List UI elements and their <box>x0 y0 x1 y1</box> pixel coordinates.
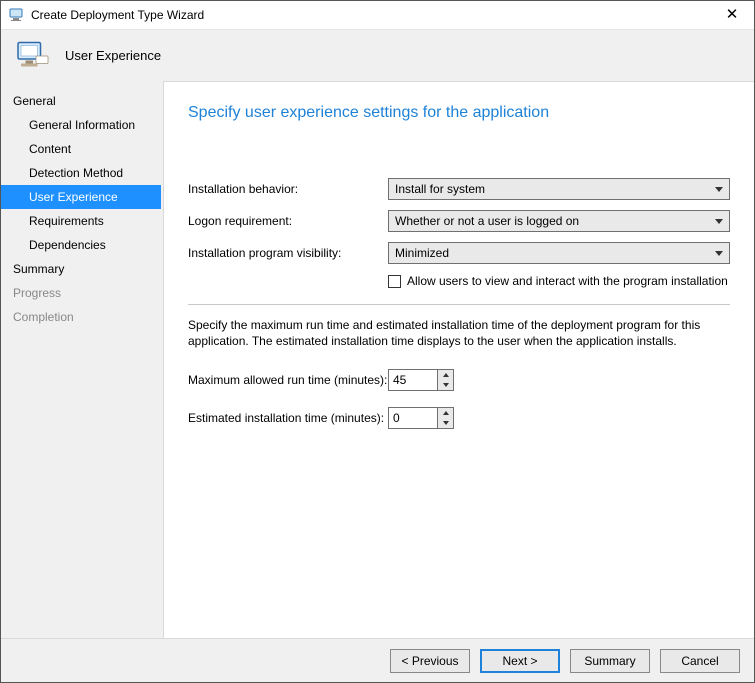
max-runtime-label: Maximum allowed run time (minutes): <box>188 373 388 387</box>
est-time-up[interactable] <box>438 408 453 418</box>
max-runtime-spinner[interactable] <box>388 369 454 391</box>
sidebar-item-progress: Progress <box>1 281 163 305</box>
separator <box>188 304 730 305</box>
sidebar-item-dependencies[interactable]: Dependencies <box>1 233 163 257</box>
banner-title: User Experience <box>65 48 161 63</box>
computer-icon <box>15 38 51 74</box>
sidebar-item-general-information[interactable]: General Information <box>1 113 163 137</box>
close-button[interactable]: ✕ <box>714 5 750 25</box>
wizard-window: Create Deployment Type Wizard ✕ User Exp… <box>0 0 755 683</box>
titlebar: Create Deployment Type Wizard ✕ <box>1 1 754 29</box>
content-panel: Specify user experience settings for the… <box>163 81 754 638</box>
sidebar-item-user-experience[interactable]: User Experience <box>1 185 161 209</box>
cancel-button[interactable]: Cancel <box>660 649 740 673</box>
window-title: Create Deployment Type Wizard <box>31 8 714 22</box>
sidebar-item-requirements[interactable]: Requirements <box>1 209 163 233</box>
app-icon <box>9 7 25 23</box>
banner: User Experience <box>1 29 754 81</box>
est-time-label: Estimated installation time (minutes): <box>188 411 388 425</box>
sidebar-item-detection-method[interactable]: Detection Method <box>1 161 163 185</box>
visibility-label: Installation program visibility: <box>188 246 388 260</box>
max-runtime-up[interactable] <box>438 370 453 380</box>
visibility-select[interactable]: Minimized <box>388 242 730 264</box>
visibility-value: Minimized <box>395 246 449 260</box>
next-button[interactable]: Next > <box>480 649 560 673</box>
install-behavior-select[interactable]: Install for system <box>388 178 730 200</box>
logon-requirement-value: Whether or not a user is logged on <box>395 214 579 228</box>
time-description: Specify the maximum run time and estimat… <box>188 317 730 349</box>
sidebar-item-summary[interactable]: Summary <box>1 257 163 281</box>
previous-button[interactable]: < Previous <box>390 649 470 673</box>
est-time-spinner[interactable] <box>388 407 454 429</box>
est-time-down[interactable] <box>438 418 453 428</box>
sidebar-item-completion: Completion <box>1 305 163 329</box>
allow-interact-checkbox[interactable] <box>388 275 401 288</box>
logon-requirement-label: Logon requirement: <box>188 214 388 228</box>
est-time-input[interactable] <box>388 407 438 429</box>
summary-button[interactable]: Summary <box>570 649 650 673</box>
logon-requirement-select[interactable]: Whether or not a user is logged on <box>388 210 730 232</box>
sidebar-item-content[interactable]: Content <box>1 137 163 161</box>
wizard-sidebar: General General Information Content Dete… <box>1 81 163 638</box>
max-runtime-input[interactable] <box>388 369 438 391</box>
max-runtime-down[interactable] <box>438 380 453 390</box>
sidebar-item-general[interactable]: General <box>1 89 163 113</box>
footer: < Previous Next > Summary Cancel <box>1 638 754 682</box>
install-behavior-value: Install for system <box>395 182 485 196</box>
allow-interact-label: Allow users to view and interact with th… <box>407 274 728 288</box>
install-behavior-label: Installation behavior: <box>188 182 388 196</box>
page-heading: Specify user experience settings for the… <box>188 104 730 122</box>
